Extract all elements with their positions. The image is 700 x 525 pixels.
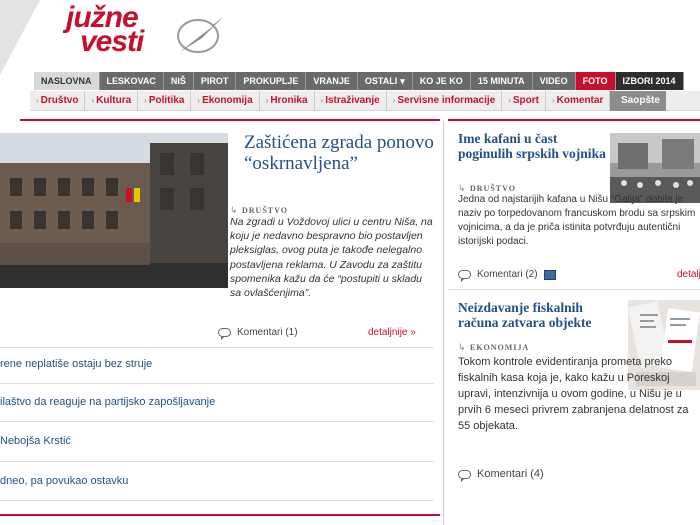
category-link-label: Kultura xyxy=(96,94,132,106)
nav-tab-label: FOTO xyxy=(582,76,608,86)
nav-tab-foto[interactable]: FOTO xyxy=(575,72,616,90)
nav-tab-pirot[interactable]: PIROT xyxy=(193,72,237,90)
section-divider xyxy=(20,119,440,121)
list-separator xyxy=(0,347,434,348)
chevron-right-icon: › xyxy=(91,95,95,105)
category-link-saopšte[interactable]: › Saopšte xyxy=(610,90,666,111)
nav-tab-prokuplje[interactable]: PROKUPLJE xyxy=(236,72,307,90)
category-link-istraživanje[interactable]: › Istraživanje xyxy=(315,90,387,111)
category-link-label: Hronika xyxy=(270,94,308,106)
list-separator xyxy=(0,500,434,501)
site-logo[interactable]: južne vesti xyxy=(66,3,224,58)
category-link-ekonomija[interactable]: › Ekonomija xyxy=(191,90,260,111)
nav-tab-naslovna[interactable]: NASLOVNA xyxy=(34,72,100,90)
nav-tab-label: VIDEO xyxy=(539,76,568,86)
nav-tab-label: 15 MINUTA xyxy=(477,76,525,86)
nav-tab-label: OSTALI xyxy=(364,76,398,86)
category-link-label: Servisne informacije xyxy=(397,94,496,106)
nav-tab-label: VRANJE xyxy=(313,76,350,86)
nav-tab-niš[interactable]: NIŠ xyxy=(163,72,194,90)
nav-tab-ostali[interactable]: OSTALI ▾ xyxy=(357,72,413,90)
page-corner-decoration xyxy=(0,0,40,75)
side-story-2-headline[interactable]: Neizdavanje fiskalnih računa zatvara obj… xyxy=(458,300,618,330)
side-story-1-summary: Jedna od najstarijih kafana u Nišu “Gali… xyxy=(458,194,696,247)
nav-tab-label: NASLOVNA xyxy=(41,76,92,86)
feature-image[interactable] xyxy=(0,133,228,288)
side-story-2-comments-label: Komentari (4) xyxy=(477,468,544,480)
comment-bubble-icon xyxy=(458,270,471,282)
secondary-nav: › Društvo › Kultura › Politika › Ekonomija › Hron… xyxy=(30,90,700,111)
category-link-label: Saopšte xyxy=(621,94,660,106)
category-link-društvo[interactable]: › Društvo xyxy=(30,90,86,111)
side-story-1-headline[interactable]: Ime kafani u čast poginulih srpskih vojn… xyxy=(458,131,608,161)
list-item[interactable]: rene neplatiše ostaju bez struje xyxy=(0,358,434,370)
side-story-2-comments-link[interactable]: Komentari (4) xyxy=(458,468,544,482)
feature-comments-link[interactable]: Komentari (1) xyxy=(218,327,298,340)
nav-tab-label: PROKUPLJE xyxy=(243,76,299,86)
comment-bubble-icon xyxy=(218,328,231,340)
side-story-2-summary: Tokom kontrole evidentiranja prometa pre… xyxy=(458,356,689,432)
list-separator xyxy=(0,421,434,422)
category-link-label: Istraživanje xyxy=(325,94,380,106)
nav-tab-15-minuta[interactable]: 15 MINUTA xyxy=(470,72,533,90)
logo-word-2: vesti xyxy=(80,25,144,58)
nav-tab-ko-je-ko[interactable]: KO JE KO xyxy=(412,72,471,90)
nav-tab-label: LESKOVAC xyxy=(106,76,156,86)
side-story-1-comments-link[interactable]: Komentari (2) xyxy=(458,269,556,282)
tag-arrow-icon: ↳ xyxy=(458,342,466,352)
category-link-hronika[interactable]: › Hronika xyxy=(260,90,315,111)
chevron-right-icon: › xyxy=(197,95,201,105)
category-link-label: Komentar xyxy=(556,94,604,106)
primary-nav: NASLOVNA LESKOVAC NIŠ PIROT PROKUPLJE VRANJE O… xyxy=(34,72,684,90)
nav-tab-video[interactable]: VIDEO xyxy=(532,72,576,90)
chevron-right-icon: › xyxy=(144,95,147,105)
category-link-label: Politika xyxy=(148,94,185,106)
nav-tab-label: NIŠ xyxy=(170,76,186,86)
chevron-right-icon: › xyxy=(265,95,269,105)
category-link-sport[interactable]: › Sport xyxy=(502,90,546,111)
list-item[interactable]: Nebojša Krstić xyxy=(0,435,434,447)
category-link-label: Sport xyxy=(512,94,539,106)
side-story-2-category: ↳ EKONOMIJA xyxy=(458,342,530,352)
chevron-right-icon: › xyxy=(508,95,511,105)
nav-tab-leskovac[interactable]: LESKOVAC xyxy=(99,72,164,90)
list-separator xyxy=(0,383,434,384)
tag-arrow-icon: ↳ xyxy=(230,205,238,215)
photo-gallery-icon xyxy=(543,269,556,280)
chevron-right-icon: › xyxy=(392,95,396,105)
nav-tab-izbori-2014[interactable]: IZBORI 2014 xyxy=(615,72,684,90)
category-link-servisne-informacije[interactable]: › Servisne informacije xyxy=(387,90,503,111)
comment-bubble-icon xyxy=(458,469,471,482)
category-link-komentar[interactable]: › Komentar xyxy=(546,90,611,111)
chevron-right-icon: › xyxy=(320,95,324,105)
category-link-label: Društvo xyxy=(40,94,79,106)
bottom-divider xyxy=(0,514,440,516)
list-item[interactable]: dneo, pa povukao ostavku xyxy=(0,475,434,487)
list-item[interactable]: ilaštvo da reaguje na partijsko zapošlja… xyxy=(0,396,434,408)
feature-summary: Na zgradi u Voždovoj ulici u centru Niša… xyxy=(230,216,433,300)
tag-arrow-icon: ↳ xyxy=(458,183,466,193)
nav-tab-label: PIROT xyxy=(200,76,229,86)
chevron-right-icon: › xyxy=(616,95,620,105)
chevron-down-icon: ▾ xyxy=(400,76,405,86)
category-link-kultura[interactable]: › Kultura xyxy=(85,90,139,111)
side-separator xyxy=(448,289,700,290)
side-story-1-comments-label: Komentari (2) xyxy=(477,269,538,280)
section-divider-right xyxy=(448,119,700,121)
category-link-politika[interactable]: › Politika xyxy=(138,90,192,111)
list-separator xyxy=(0,461,434,462)
feature-more-link[interactable]: detaljnije » xyxy=(368,327,416,338)
side-story-1-more-link[interactable]: detalj xyxy=(677,269,700,280)
feature-comments-label: Komentari (1) xyxy=(237,327,298,338)
compass-emblem-icon xyxy=(177,16,224,53)
nav-tab-vranje[interactable]: VRANJE xyxy=(306,72,358,90)
nav-tab-label: IZBORI 2014 xyxy=(622,76,676,86)
category-link-label: Ekonomija xyxy=(202,94,253,106)
column-divider xyxy=(443,121,444,525)
chevron-right-icon: › xyxy=(551,95,555,105)
chevron-right-icon: › xyxy=(36,95,39,105)
feature-headline[interactable]: Zaštićena zgrada ponovo “oskrnavljena” xyxy=(244,132,434,174)
nav-tab-label: KO JE KO xyxy=(419,76,463,86)
